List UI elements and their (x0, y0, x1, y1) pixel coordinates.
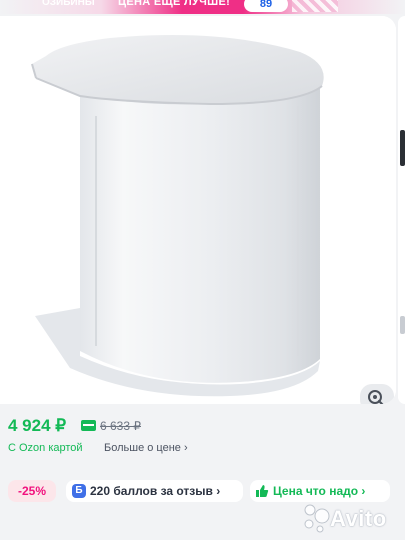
avito-watermark: Avito (330, 506, 387, 531)
bonus-for-review-button[interactable]: Б 220 баллов за отзыв › (66, 480, 243, 502)
product-image-card[interactable] (0, 16, 396, 404)
good-price-button[interactable]: Цена что надо › (250, 480, 390, 502)
image-search-icon (368, 390, 384, 404)
next-card-thumb (400, 130, 405, 166)
banner-left-text: ОЗИБИНЫ (42, 0, 95, 8)
next-card-edge[interactable] (398, 16, 405, 404)
promo-banner[interactable]: ОЗИБИНЫ ЦЕНА ЕЩЁ ЛУЧШЕ! 89 (0, 0, 405, 14)
find-similar-button[interactable] (360, 384, 394, 404)
next-card-thumb-secondary (400, 316, 405, 334)
bonus-points-icon: Б (72, 484, 86, 498)
product-photo (0, 16, 396, 404)
ozon-card-label: С Ozon картой (8, 442, 83, 454)
card-price-icon (81, 420, 96, 431)
banner-badge: 89 (244, 0, 288, 12)
bonus-label: 220 баллов за отзыв › (90, 484, 221, 498)
good-price-label: Цена что надо › (273, 484, 366, 498)
banner-headline: ЦЕНА ЕЩЁ ЛУЧШЕ! (118, 0, 231, 8)
current-price: 4 924 ₽ (8, 416, 67, 435)
more-about-price-link[interactable]: Больше о цене › (104, 442, 188, 454)
thumbs-up-icon (256, 485, 269, 497)
discount-badge: -25% (8, 480, 56, 502)
banner-sticker-image (292, 0, 338, 12)
old-price: 6 633 ₽ (100, 419, 141, 433)
